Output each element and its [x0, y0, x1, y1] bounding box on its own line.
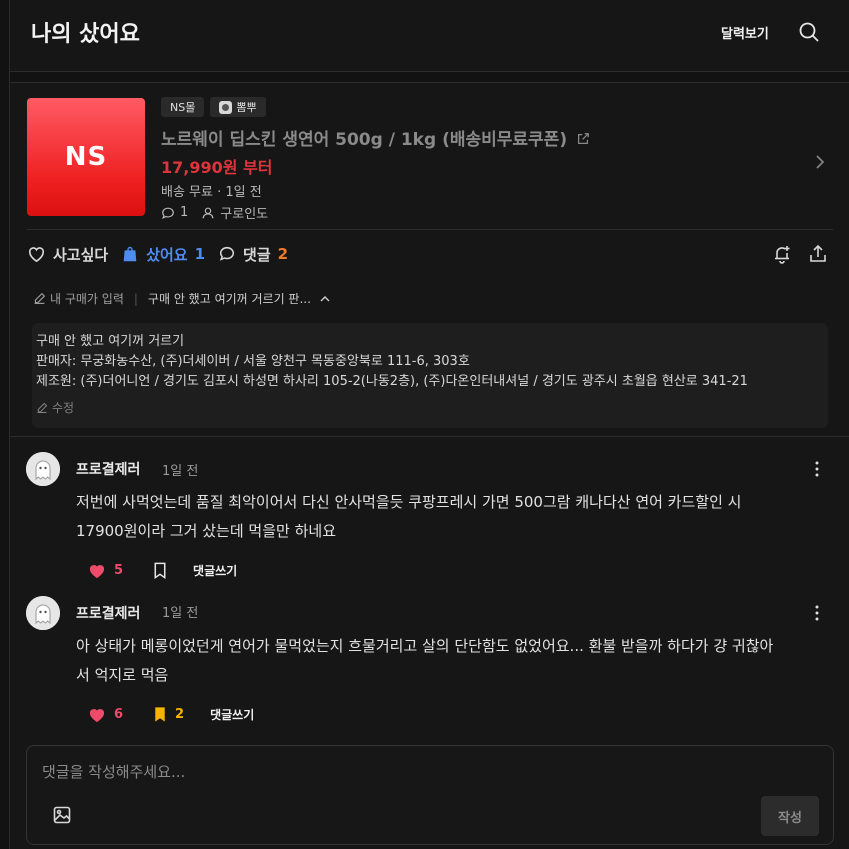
avatar[interactable] [26, 452, 60, 486]
comment-time: 1일 전 [162, 606, 199, 621]
want-button[interactable]: 사고싶다 [27, 244, 108, 265]
reply-button[interactable]: 댓글쓰기 [193, 562, 237, 579]
app-frame: 나의 샀어요 달력보기 NS NS몰 뽐뿌 노르웨이 딥스킨 생연어 500g … [9, 0, 849, 849]
more-vertical-icon[interactable] [810, 604, 824, 622]
comment-body-line: 17900원이라 그거 샀는데 먹을만 하네요 [76, 522, 336, 540]
bought-label: 샀어요 [146, 245, 188, 264]
bell-plus-icon[interactable] [772, 244, 792, 264]
heart-icon [89, 708, 105, 722]
info-line-seller: 판매자: 무궁화농수산, (주)더세이버 / 서울 양천구 목동중앙북로 111… [36, 354, 470, 369]
want-label: 사고싶다 [53, 245, 109, 264]
reply-button[interactable]: 댓글쓰기 [210, 706, 254, 723]
info-line-reason: 구매 안 했고 여기꺼 거르기 [36, 334, 185, 349]
comments-label: 댓글 [243, 245, 271, 264]
tag-store-label: NS몰 [170, 101, 196, 114]
divider [27, 229, 833, 230]
ghost-avatar-icon [26, 596, 60, 630]
avatar[interactable] [26, 596, 60, 630]
comment-bubble-icon [219, 246, 235, 261]
product-title-link[interactable]: 노르웨이 딥스킨 생연어 500g / 1kg (배송비무료쿠폰) [161, 125, 590, 150]
user-icon [202, 207, 214, 218]
bookmark-outline-icon [154, 562, 166, 579]
info-line-manufacturer: 제조원: (주)더어니언 / 경기도 김포시 하성면 하사리 105-2(나동2… [36, 374, 748, 389]
like-button[interactable]: 6 [88, 707, 123, 723]
comment-footer: 5 댓글쓰기 [88, 562, 237, 579]
comment-body-line: 아 상태가 메롱이었던게 연어가 물먹었는지 흐물거리고 살의 단단함도 없었어… [76, 637, 774, 655]
comments-count: 2 [277, 245, 289, 263]
chevron-up-icon[interactable] [319, 294, 331, 304]
comment-body: 아 상태가 메롱이었던게 연어가 물먹었는지 흐물거리고 살의 단단함도 없었어… [76, 632, 836, 690]
comment-icon [162, 207, 174, 219]
edit-pencil-icon [34, 292, 46, 304]
submit-button[interactable]: 작성 [761, 796, 819, 836]
tag-source[interactable]: 뽐뿌 [210, 97, 266, 117]
separator: | [133, 291, 138, 306]
edit-icon [37, 402, 48, 414]
bookmark-count: 2 [175, 707, 185, 722]
comment-time: 1일 전 [162, 464, 199, 479]
comment-author[interactable]: 프로결제러 [76, 459, 140, 479]
like-count: 6 [114, 707, 124, 722]
heart-icon [89, 564, 105, 578]
edit-button[interactable]: 수정 [36, 398, 824, 418]
comment-composer: 댓글을 작성해주세요... 작성 [26, 745, 834, 845]
product-thumbnail[interactable]: NS [27, 98, 145, 216]
purchase-reason-toggle[interactable]: 구매 안 했고 여기꺼 거르기 판... [148, 290, 311, 307]
share-icon[interactable] [808, 244, 828, 264]
comment-item: 프로결제러 1일 전 아 상태가 메롱이었던게 연어가 물먹었는지 흐물거리고 … [10, 582, 849, 742]
shopping-bag-icon [123, 246, 137, 262]
comment-footer: 6 2 댓글쓰기 [88, 706, 254, 723]
author-name[interactable]: 구로인도 [220, 203, 268, 222]
product-price: 17,990원 부터 [161, 158, 273, 177]
comment-body: 저번에 사먹엇는데 품질 최악이어서 다신 안사먹을듯 쿠팡프레시 가면 500… [76, 488, 836, 546]
action-bar: 사고싶다 샀어요 1 댓글 2 [27, 242, 301, 266]
heart-outline-icon [29, 246, 44, 262]
comment-body-line: 서 억지로 먹음 [76, 666, 169, 684]
shipping-time: 배송 무료 · 1일 전 [161, 185, 262, 200]
ghost-avatar-icon [26, 452, 60, 486]
tag-source-label: 뽐뿌 [236, 101, 257, 114]
page-title: 나의 샀어요 [31, 22, 140, 47]
tag-store[interactable]: NS몰 [161, 97, 205, 117]
price-input-button[interactable]: 내 구매가 입력 [50, 290, 124, 307]
bookmark-button[interactable] [153, 562, 167, 579]
comment-author[interactable]: 프로결제러 [76, 603, 140, 623]
purchase-info-box: 구매 안 했고 여기꺼 거르기 판매자: 무궁화농수산, (주)더세이버 / 서… [32, 323, 828, 428]
header-gap [10, 72, 849, 82]
image-upload-icon[interactable] [52, 805, 72, 825]
comment-body-line: 저번에 사먹엇는데 품질 최악이어서 다신 안사먹을듯 쿠팡프레시 가면 500… [76, 493, 742, 511]
comment-item: 프로결제러 1일 전 저번에 사먹엇는데 품질 최악이어서 다신 안사먹을듯 쿠… [10, 438, 849, 588]
purchase-row: 내 구매가 입력 | 구매 안 했고 여기꺼 거르기 판... [33, 290, 331, 307]
ppomppu-icon [219, 100, 233, 114]
thumbnail-text: NS [64, 142, 108, 172]
like-count: 5 [114, 563, 124, 578]
product-title: 노르웨이 딥스킨 생연어 500g / 1kg (배송비무료쿠폰) [161, 130, 568, 150]
comment-input[interactable]: 댓글을 작성해주세요... [42, 761, 185, 782]
bought-count: 1 [194, 245, 206, 263]
search-icon[interactable] [797, 20, 821, 44]
bought-button[interactable]: 샀어요 1 [121, 244, 205, 265]
calendar-view-button[interactable]: 달력보기 [721, 23, 769, 42]
top-header: 나의 샀어요 달력보기 [10, 0, 849, 72]
product-tags: NS몰 뽐뿌 [161, 97, 266, 117]
like-button[interactable]: 5 [88, 563, 123, 579]
comment-count: 1 [180, 205, 189, 220]
product-card: NS NS몰 뽐뿌 노르웨이 딥스킨 생연어 500g / 1kg (배송비무료… [10, 82, 849, 437]
external-link-icon [578, 133, 589, 144]
more-vertical-icon[interactable] [810, 460, 824, 478]
bookmark-button[interactable]: 2 [153, 706, 184, 723]
product-meta: 1 구로인도 [161, 203, 268, 222]
chevron-right-icon[interactable] [813, 153, 827, 171]
edit-label: 수정 [52, 401, 75, 415]
comments-button[interactable]: 댓글 2 [218, 244, 288, 265]
bookmark-filled-icon [155, 707, 165, 722]
